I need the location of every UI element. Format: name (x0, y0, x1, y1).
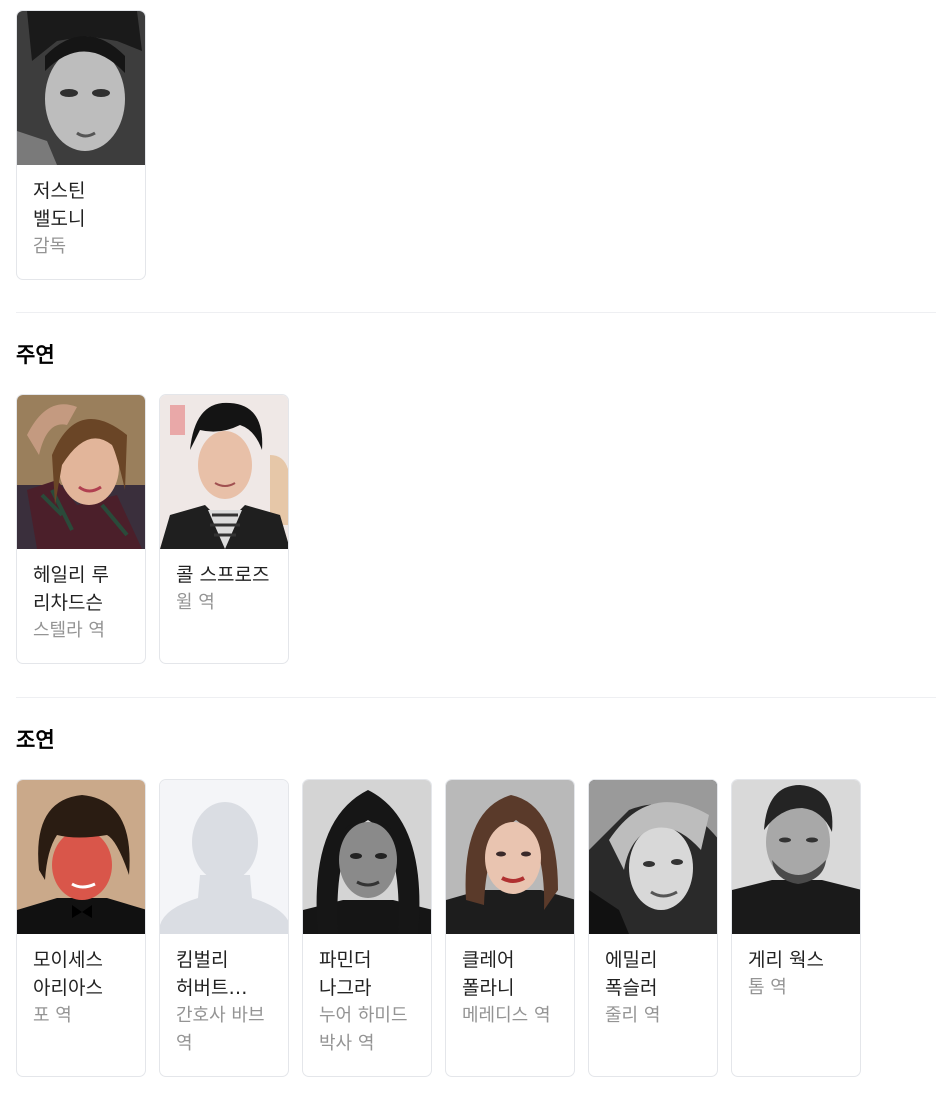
person-photo[interactable] (303, 780, 432, 934)
person-name[interactable]: 헤일리 루 리차드슨 (33, 561, 131, 617)
person-card[interactable]: 모이세스 아리아스 포 역 (16, 779, 146, 1077)
person-card[interactable]: 킴벌리 허버트 그레고리 간호사 바브 역 (159, 779, 289, 1077)
person-card[interactable]: 게리 웍스 톰 역 (731, 779, 861, 1077)
section-title-lead: 주연 (16, 343, 55, 367)
person-role: 스텔라 역 (33, 620, 105, 641)
person-role: 감독 (33, 236, 67, 257)
director-section: 저스틴 밸도니 감독 (16, 10, 936, 280)
person-card[interactable]: 저스틴 밸도니 감독 (16, 10, 146, 280)
person-photo[interactable] (17, 395, 146, 549)
person-photo[interactable] (160, 395, 289, 549)
person-name[interactable]: 클레어 폴라니 (462, 946, 560, 1002)
section-divider (16, 697, 936, 698)
person-name[interactable]: 모이세스 아리아스 (33, 946, 131, 1002)
person-role: 메레디스 역 (462, 1005, 551, 1026)
person-photo[interactable] (17, 11, 146, 165)
person-name[interactable]: 콜 스프로즈 (176, 561, 274, 589)
supporting-cast-section: 조연 모이세스 아리아스 포 역 킴벌리 허버트 그 (16, 726, 936, 1077)
lead-cast-section: 주연 헤일리 루 리차드슨 스텔라 역 콜 스프로즈 윌 역 (16, 341, 936, 664)
person-name[interactable]: 저스틴 밸도니 (33, 177, 131, 233)
person-card[interactable]: 클레어 폴라니 메레디스 역 (445, 779, 575, 1077)
person-role: 누어 하미드 박사 역 (319, 1005, 408, 1054)
person-photo[interactable] (446, 780, 575, 934)
default-profile-icon[interactable] (160, 780, 289, 934)
person-name[interactable]: 킴벌리 허버트 그레고리 (176, 946, 274, 1002)
person-name[interactable]: 에밀리 폭슬러 (605, 946, 703, 1002)
person-card[interactable]: 파민더 나그라 누어 하미드 박사 역 (302, 779, 432, 1077)
section-title-supporting: 조연 (16, 728, 55, 752)
person-role: 포 역 (33, 1005, 72, 1026)
lead-cast-list: 헤일리 루 리차드슨 스텔라 역 콜 스프로즈 윌 역 (16, 394, 936, 664)
person-card[interactable]: 헤일리 루 리차드슨 스텔라 역 (16, 394, 146, 664)
person-card[interactable]: 에밀리 폭슬러 줄리 역 (588, 779, 718, 1077)
person-card[interactable]: 콜 스프로즈 윌 역 (159, 394, 289, 664)
person-role: 줄리 역 (605, 1005, 661, 1026)
director-list: 저스틴 밸도니 감독 (16, 10, 936, 280)
supporting-cast-list: 모이세스 아리아스 포 역 킴벌리 허버트 그레고리 간호사 바브 역 (16, 779, 936, 1077)
person-photo[interactable] (732, 780, 861, 934)
person-role: 윌 역 (176, 592, 215, 613)
person-photo[interactable] (589, 780, 718, 934)
person-name[interactable]: 파민더 나그라 (319, 946, 417, 1002)
person-photo[interactable] (17, 780, 146, 934)
person-role: 톰 역 (748, 977, 787, 998)
person-role: 간호사 바브 역 (176, 1005, 265, 1054)
section-divider (16, 312, 936, 313)
person-name[interactable]: 게리 웍스 (748, 946, 846, 974)
